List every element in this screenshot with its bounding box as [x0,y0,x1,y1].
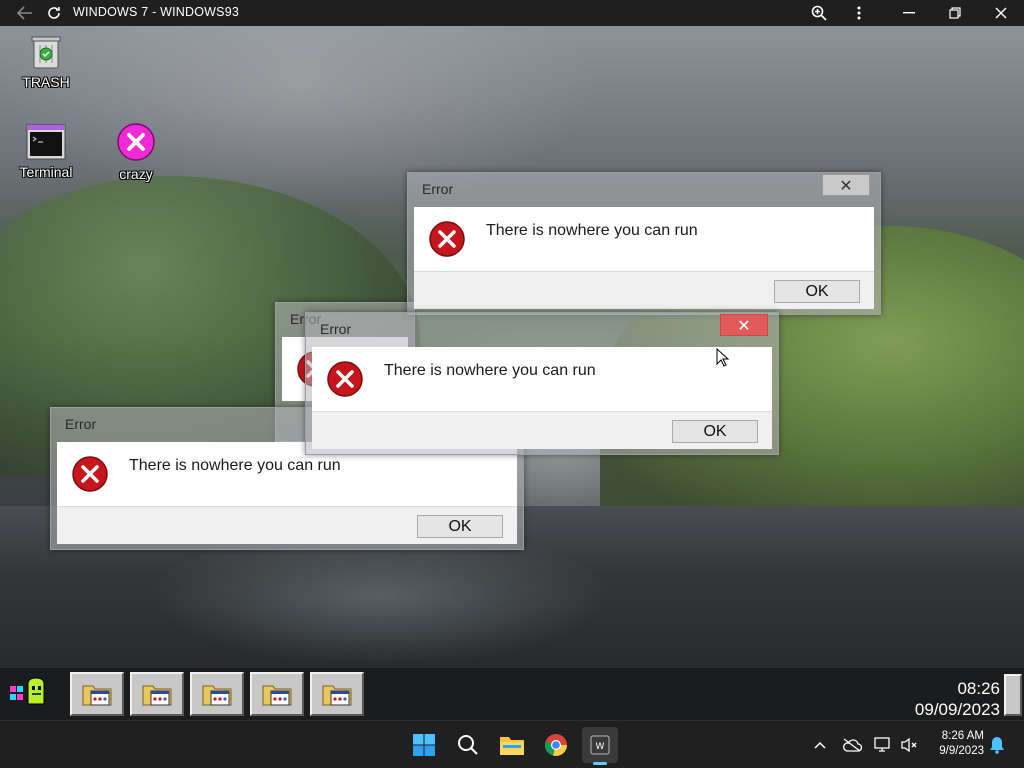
desktop[interactable]: TRASH Terminal crazy Error ✕ There is no… [0,26,1024,668]
dialog-message: There is nowhere you can run [129,457,341,474]
close-icon: ✕ [737,315,751,335]
error-dialog[interactable]: Error ✕ There is nowhere you can run OK [305,312,779,455]
close-icon: ✕ [839,175,853,195]
w93-clock[interactable]: 08:26 09/09/2023 [915,678,1000,720]
host-title-bar: WINDOWS 7 - WINDOWS93 [0,0,1024,26]
task-button[interactable] [310,672,364,716]
dialog-footer: OK [414,271,874,309]
host-window-title: WINDOWS 7 - WINDOWS93 [73,5,240,19]
task-button[interactable] [190,672,244,716]
host-time: 8:26 AM [941,730,984,742]
cloud-off-icon[interactable] [838,721,866,768]
trash-icon [31,36,61,69]
desktop-icon-label: crazy [119,166,153,182]
windows-start-icon[interactable] [406,727,442,763]
back-arrow-icon[interactable] [12,0,38,26]
error-icon [327,361,363,397]
desktop-icon-crazy[interactable]: crazy [96,122,176,182]
task-button[interactable] [130,672,184,716]
minimize-icon[interactable] [894,0,924,26]
restore-icon[interactable] [940,0,970,26]
error-window-icon [142,685,172,706]
desktop-icon-label: TRASH [22,74,70,90]
notification-bell-icon[interactable] [984,721,1010,768]
dialog-titlebar[interactable]: Error ✕ [408,173,880,207]
mouse-cursor-icon [716,348,730,367]
ok-button[interactable]: OK [672,420,758,443]
desktop-icon-terminal[interactable]: Terminal [6,124,86,180]
w93-taskbar-scroll[interactable] [1004,674,1022,716]
w93-start-icon[interactable] [8,676,50,710]
close-icon[interactable] [986,0,1016,26]
more-menu-icon[interactable] [844,0,874,26]
dialog-message: There is nowhere you can run [486,222,698,239]
error-window-icon [202,685,232,706]
ok-button[interactable]: OK [774,280,860,303]
dialog-title: Error [422,181,454,197]
dialog-footer: OK [57,506,517,544]
network-icon[interactable] [870,721,896,768]
chevron-up-icon[interactable] [808,721,832,768]
desktop-icon-trash[interactable]: TRASH [6,32,86,90]
dialog-footer: OK [312,411,772,449]
dialog-message: There is nowhere you can run [384,362,596,379]
svg-text:W: W [596,742,605,752]
error-window-icon [82,685,112,706]
terminal-icon [26,124,66,160]
search-icon[interactable] [450,727,486,763]
error-icon [72,456,108,492]
dialog-close-button[interactable]: ✕ [720,314,768,336]
w93-clock-time: 08:26 [957,679,1000,698]
desktop-icon-label: Terminal [19,164,73,180]
task-button[interactable] [70,672,124,716]
dialog-title: Error [65,416,97,432]
task-button[interactable] [250,672,304,716]
error-dialog[interactable]: Error ✕ There is nowhere you can run OK [407,172,881,315]
ok-button[interactable]: OK [417,515,503,538]
dialog-body: There is nowhere you can run [312,347,772,411]
host-taskbar: W 8:26 AM 9/9/2023 [0,720,1024,768]
error-window-icon [262,685,292,706]
file-explorer-icon[interactable] [494,727,530,763]
dialog-titlebar[interactable]: Error ✕ [306,313,778,347]
dialog-body: There is nowhere you can run [414,207,874,271]
host-date: 9/9/2023 [939,745,984,757]
crazy-icon [117,123,155,161]
windows93-app-icon[interactable]: W [582,727,618,765]
dialog-close-button[interactable]: ✕ [822,174,870,196]
error-window-icon [322,685,352,706]
zoom-icon[interactable] [804,0,834,26]
w93-clock-date: 09/09/2023 [914,700,1000,719]
refresh-icon[interactable] [41,0,67,26]
chrome-icon[interactable] [538,727,574,763]
volume-mute-icon[interactable] [896,721,922,768]
w93-taskbar: 08:26 09/09/2023 [0,668,1024,720]
error-icon [429,221,465,257]
dialog-title: Error [320,321,352,337]
host-tray-clock[interactable]: 8:26 AM 9/9/2023 [924,729,984,759]
